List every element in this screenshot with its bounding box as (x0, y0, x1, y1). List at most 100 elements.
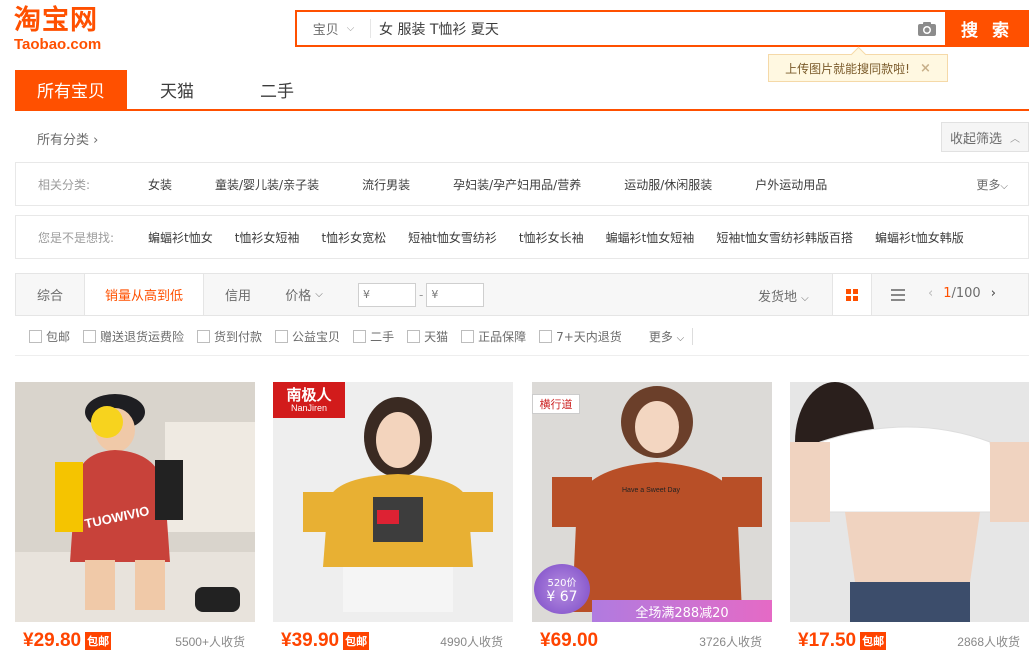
checkbox[interactable] (275, 330, 289, 343)
more-filters-link[interactable]: 更多 ⌵ (649, 328, 694, 345)
related-category-item[interactable]: 流行男装 (362, 176, 410, 193)
list-view-icon[interactable] (878, 274, 918, 315)
chevron-down-icon: ⌵ (1000, 181, 1008, 192)
filter-label: 赠送退货运费险 (100, 330, 185, 344)
chevron-down-icon: ⌵ (676, 333, 685, 344)
related-category-item[interactable]: 童装/婴儿装/亲子装 (215, 176, 319, 193)
suggestion-item[interactable]: 蝙蝠衫t恤女韩版 (875, 229, 964, 246)
checkbox[interactable] (353, 330, 367, 343)
collapse-filter-label: 收起筛选 (949, 131, 1002, 147)
sort-comprehensive[interactable]: 综合 (16, 274, 84, 315)
next-page-icon[interactable]: › (991, 286, 996, 301)
sort-price-label: 价格 (285, 289, 312, 304)
pager: ‹ 1/100 › (928, 286, 996, 301)
product-image[interactable]: Have a Sweet Day 横行道 520价 ¥ 67 全场满288减20 (532, 382, 772, 622)
product-card[interactable]: Have a Sweet Day 横行道 520价 ¥ 67 全场满288减20… (532, 382, 772, 660)
product-sold-count: 5500+人收货 (175, 634, 245, 649)
camera-icon[interactable] (909, 12, 945, 45)
checkbox[interactable] (29, 330, 42, 343)
chevron-down-icon: ⌵ (315, 289, 323, 300)
filter-label: 7+天内退货 (556, 330, 622, 344)
search-input[interactable] (371, 12, 909, 45)
grid-view-icon[interactable] (832, 274, 872, 315)
product-price: ¥39.90 (281, 630, 340, 651)
suggestion-item[interactable]: 短袖t恤女雪纺衫 (408, 229, 497, 246)
suggestion-item[interactable]: 短袖t恤女雪纺衫韩版百搭 (716, 229, 853, 246)
checkbox[interactable] (461, 330, 475, 343)
product-card[interactable]: TUOWIVIO ¥29.80 包邮 5500+人收货 (15, 382, 255, 660)
brand-name: 南极人 (286, 385, 332, 404)
product-sold-count: 4990人收货 (440, 634, 503, 649)
filter-7day-return[interactable]: 7+天内退货 (539, 328, 622, 345)
tab-second-hand[interactable]: 二手 (227, 70, 327, 109)
product-info: ¥29.80 包邮 5500+人收货 (15, 622, 255, 660)
suggestion-item[interactable]: t恤衫女长袖 (519, 229, 584, 246)
taobao-logo[interactable]: 淘宝网 Taobao.com (14, 6, 134, 56)
tab-all-items[interactable]: 所有宝贝 (15, 70, 127, 109)
tab-tmall[interactable]: 天猫 (127, 70, 227, 109)
suggestion-item[interactable]: 蝙蝠衫t恤女 (148, 229, 213, 246)
product-sold-count: 3726人收货 (699, 634, 762, 649)
related-category-item[interactable]: 运动服/休闲服装 (624, 176, 712, 193)
sort-bar: 综合 销量从高到低 信用 价格 ⌵ - 发货地 ⌵ ‹ 1/100 › (15, 273, 1029, 316)
ship-from-select[interactable]: 发货地 ⌵ (758, 286, 809, 305)
logo-english: Taobao.com (14, 36, 102, 53)
filter-label: 包邮 (46, 330, 71, 344)
related-category-item[interactable]: 女装 (148, 176, 172, 193)
filter-charity[interactable]: 公益宝贝 (275, 328, 340, 345)
product-price: ¥69.00 (540, 630, 599, 651)
product-image[interactable]: TUOWIVIO (15, 382, 255, 622)
checkbox[interactable] (407, 330, 421, 343)
price-max-input[interactable] (426, 282, 485, 307)
filter-free-shipping[interactable]: 包邮 (29, 328, 70, 345)
checkbox[interactable] (539, 330, 553, 343)
search-box: 宝贝 ⌵ 搜 索 (295, 10, 1029, 47)
related-category-item[interactable]: 户外运动用品 (755, 176, 827, 193)
search-type-select[interactable]: 宝贝 ⌵ (297, 19, 371, 38)
coupon-badge: 520价 ¥ 67 (534, 564, 590, 614)
sort-by-price[interactable]: 价格 ⌵ (272, 274, 336, 315)
chevron-down-icon: ⌵ (346, 23, 355, 34)
product-image[interactable]: 南极人 NanJiren (273, 382, 513, 622)
filter-row: 包邮 赠送退货运费险 货到付款 公益宝贝 二手 天猫 正品保障 7+天内退货 更… (15, 318, 1029, 356)
more-categories-link[interactable]: 更多⌵ (976, 176, 1008, 193)
filter-cash-on-delivery[interactable]: 货到付款 (197, 328, 262, 345)
coupon-label: 520价 (547, 577, 577, 589)
suggestion-item[interactable]: 蝙蝠衫t恤女短袖 (606, 229, 695, 246)
product-image[interactable] (790, 382, 1029, 622)
search-button[interactable]: 搜 索 (945, 10, 1029, 47)
related-categories-row: 相关分类: 女装 童装/婴儿装/亲子装 流行男装 孕妇装/孕产妇用品/营养 运动… (15, 162, 1029, 206)
filter-tmall[interactable]: 天猫 (407, 328, 448, 345)
filter-genuine[interactable]: 正品保障 (461, 328, 526, 345)
collapse-filter-button[interactable]: 收起筛选 ︿ (941, 122, 1029, 152)
product-card[interactable]: 南极人 NanJiren ¥39.90 包邮 4990人收货 (273, 382, 513, 660)
checkbox[interactable] (197, 330, 211, 343)
filter-label: 二手 (370, 330, 395, 344)
free-shipping-badge: 包邮 (860, 632, 887, 650)
all-categories-row: 所有分类 › 收起筛选 ︿ (15, 122, 1029, 154)
product-price: ¥29.80 (23, 630, 82, 651)
checkbox[interactable] (83, 330, 97, 343)
sort-by-sales[interactable]: 销量从高到低 (84, 274, 204, 315)
all-categories-link[interactable]: 所有分类 › (37, 129, 98, 148)
search-type-label: 宝贝 (312, 23, 339, 38)
brand-name-en: NanJiren (290, 402, 328, 413)
page-indicator: 1/100 (943, 286, 980, 301)
brand-badge: 南极人 NanJiren (273, 382, 345, 418)
product-info: ¥69.00 3726人收货 (532, 622, 772, 660)
suggestion-item[interactable]: t恤衫女短袖 (235, 229, 300, 246)
search-tabs: 所有宝贝 天猫 二手 (15, 70, 1029, 111)
filter-second-hand[interactable]: 二手 (353, 328, 394, 345)
product-card[interactable]: ¥17.50 包邮 2868人收货 (790, 382, 1029, 660)
page-total: /100 (951, 286, 981, 301)
filter-label: 正品保障 (478, 330, 527, 344)
prev-page-icon[interactable]: ‹ (928, 286, 933, 301)
chevron-up-icon: ︿ (1010, 133, 1020, 145)
sort-by-credit[interactable]: 信用 (204, 274, 272, 315)
coupon-price: ¥ 67 (546, 588, 578, 605)
chevron-down-icon: ⌵ (801, 293, 809, 304)
suggestion-item[interactable]: t恤衫女宽松 (321, 229, 386, 246)
price-min-input[interactable] (358, 282, 416, 307)
related-category-item[interactable]: 孕妇装/孕产妇用品/营养 (453, 176, 581, 193)
filter-return-insurance[interactable]: 赠送退货运费险 (83, 328, 184, 345)
